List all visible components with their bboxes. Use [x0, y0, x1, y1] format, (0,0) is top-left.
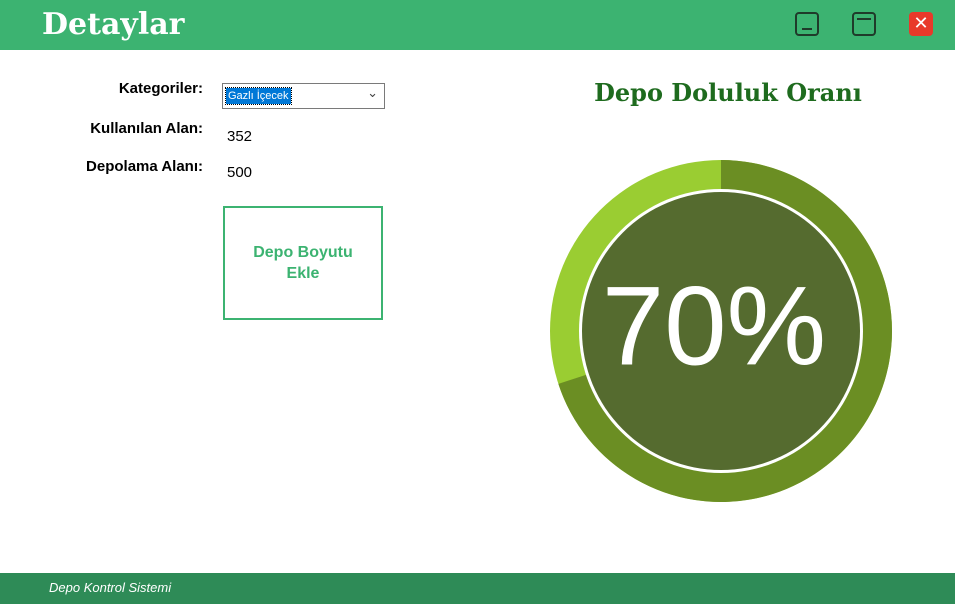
- footer-text: Depo Kontrol Sistemi: [49, 580, 172, 595]
- title-bar: Detaylar ✕: [0, 0, 955, 50]
- chevron-down-icon: ⌄: [367, 86, 378, 101]
- category-selected-value: Gazlı İçecek: [225, 87, 292, 105]
- storage-area-label: Depolama Alanı:: [86, 158, 203, 175]
- fill-rate-gauge: 70%: [550, 160, 893, 502]
- used-area-label: Kullanılan Alan:: [90, 120, 203, 137]
- maximize-icon[interactable]: [852, 12, 876, 36]
- gauge-percent-label: 70%: [602, 264, 826, 389]
- add-storage-size-button[interactable]: Depo Boyutu Ekle: [223, 206, 383, 320]
- used-area-value: 352: [227, 128, 253, 145]
- chart-title: Depo Doluluk Oranı: [594, 78, 862, 107]
- storage-area-value: 500: [227, 164, 253, 181]
- window-title: Detaylar: [42, 7, 185, 42]
- close-icon[interactable]: ✕: [909, 12, 933, 36]
- status-footer: Depo Kontrol Sistemi: [0, 573, 955, 604]
- minimize-icon[interactable]: [795, 12, 819, 36]
- category-select[interactable]: Gazlı İçecek ⌄: [222, 83, 385, 109]
- add-storage-size-label: Depo Boyutu Ekle: [253, 244, 353, 282]
- category-label: Kategoriler:: [118, 80, 203, 97]
